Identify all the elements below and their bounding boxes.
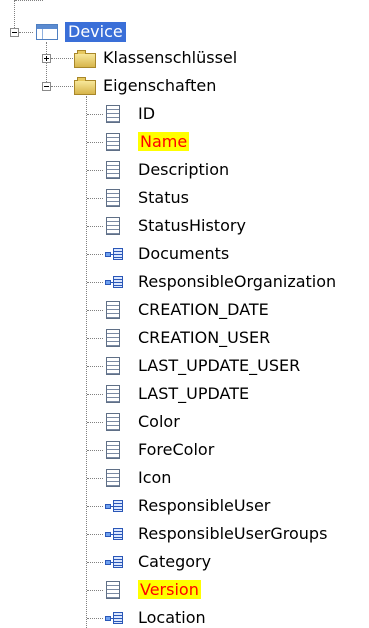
- tree-node-category[interactable]: Category: [138, 552, 211, 572]
- tree-node-label: CREATION_DATE: [138, 300, 269, 319]
- tree-node-label: Version: [138, 580, 201, 599]
- tree-guide-line: [87, 142, 103, 143]
- tree-guide-line: [87, 422, 103, 423]
- property-icon: [106, 329, 120, 347]
- collapse-toggle-device[interactable]: [10, 28, 19, 37]
- tree-node-label: Name: [138, 132, 190, 151]
- tree-guide-line: [87, 254, 103, 255]
- tree-node-location[interactable]: Location: [138, 608, 206, 628]
- tree-node-statushistory[interactable]: StatusHistory: [138, 216, 246, 236]
- tree-node-id[interactable]: ID: [138, 104, 155, 124]
- property-icon: [106, 385, 120, 403]
- expand-toggle-klassenschluessel[interactable]: [42, 54, 51, 63]
- tree-guide-line: [87, 562, 103, 563]
- tree-guide-line: [86, 96, 87, 628]
- property-icon: [106, 581, 120, 599]
- tree-node-creation-user[interactable]: CREATION_USER: [138, 328, 270, 348]
- tree-guide-line: [87, 590, 103, 591]
- tree-node-klassenschluessel[interactable]: Klassenschlüssel: [103, 48, 237, 68]
- tree-guide-line: [87, 226, 103, 227]
- tree-node-status[interactable]: Status: [138, 188, 189, 208]
- tree-guide-line: [19, 32, 33, 33]
- tree-node-label: Status: [138, 188, 189, 207]
- tree-node-label: Description: [138, 160, 230, 179]
- tree-node-label: Color: [138, 412, 180, 431]
- tree-node-label: ResponsibleOrganization: [138, 272, 337, 291]
- tree-node-eigenschaften[interactable]: Eigenschaften: [103, 76, 216, 96]
- tree-guide-line: [87, 366, 103, 367]
- tree-node-name[interactable]: Name: [138, 132, 190, 152]
- folder-icon: [74, 50, 96, 68]
- property-icon: [106, 357, 120, 375]
- property-icon: [106, 161, 120, 179]
- tree-guide-line: [87, 282, 103, 283]
- tree-node-label: Location: [138, 608, 206, 627]
- tree-node-version[interactable]: Version: [138, 580, 201, 600]
- tree-node-label: Icon: [138, 468, 172, 487]
- tree-guide-line: [87, 198, 103, 199]
- property-icon: [106, 189, 120, 207]
- tree-node-color[interactable]: Color: [138, 412, 180, 432]
- tree-node-responsibleusergroups[interactable]: ResponsibleUserGroups: [138, 524, 327, 544]
- tree-node-last-update-user[interactable]: LAST_UPDATE_USER: [138, 356, 300, 376]
- tree-node-last-update[interactable]: LAST_UPDATE: [138, 384, 249, 404]
- tree-node-label: Documents: [138, 244, 230, 263]
- tree-node-icon[interactable]: Icon: [138, 468, 171, 488]
- navigation-property-icon: [105, 612, 123, 624]
- property-icon: [106, 217, 120, 235]
- tree-node-label: LAST_UPDATE_USER: [138, 356, 301, 375]
- navigation-property-icon: [105, 556, 123, 568]
- tree-guide-line: [87, 506, 103, 507]
- folder-icon: [74, 77, 96, 95]
- tree-guide-line: [87, 394, 103, 395]
- tree-guide-line: [87, 450, 103, 451]
- tree-node-device[interactable]: Device: [65, 22, 126, 42]
- tree-node-label: ForeColor: [138, 440, 215, 459]
- navigation-property-icon: [105, 248, 123, 260]
- property-icon: [106, 301, 120, 319]
- tree-guide-line: [87, 338, 103, 339]
- tree-node-label: Category: [138, 552, 212, 571]
- tree-guide-line: [87, 534, 103, 535]
- tree-node-label: ResponsibleUserGroups: [138, 524, 328, 543]
- tree-node-label: ID: [138, 104, 156, 123]
- tree-node-creation-date[interactable]: CREATION_DATE: [138, 300, 269, 320]
- navigation-property-icon: [105, 500, 123, 512]
- navigation-property-icon: [105, 276, 123, 288]
- collapse-toggle-eigenschaften[interactable]: [42, 82, 51, 91]
- tree-node-label: ResponsibleUser: [138, 496, 271, 515]
- tree-guide-line: [87, 310, 103, 311]
- tree-node-responsibleuser[interactable]: ResponsibleUser: [138, 496, 270, 516]
- property-icon: [106, 469, 120, 487]
- navigation-property-icon: [105, 528, 123, 540]
- property-icon: [106, 133, 120, 151]
- property-icon: [106, 105, 120, 123]
- tree-guide-line: [87, 478, 103, 479]
- tree-node-label: CREATION_USER: [138, 328, 271, 347]
- tree-guide-line: [51, 86, 73, 87]
- tree-guide-line: [87, 170, 103, 171]
- tree-guide-line: [15, 0, 43, 1]
- tree-node-documents[interactable]: Documents: [138, 244, 229, 264]
- tree-node-forecolor[interactable]: ForeColor: [138, 440, 214, 460]
- tree-node-responsibleorganization[interactable]: ResponsibleOrganization: [138, 272, 336, 292]
- tree-guide-line: [51, 58, 73, 59]
- tree-guide-line: [87, 618, 103, 619]
- property-icon: [106, 413, 120, 431]
- tree-node-label: LAST_UPDATE: [138, 384, 250, 403]
- table-icon: [36, 24, 58, 40]
- tree-guide-line: [87, 114, 103, 115]
- tree-node-label: StatusHistory: [138, 216, 246, 235]
- property-icon: [106, 441, 120, 459]
- tree-node-description[interactable]: Description: [138, 160, 229, 180]
